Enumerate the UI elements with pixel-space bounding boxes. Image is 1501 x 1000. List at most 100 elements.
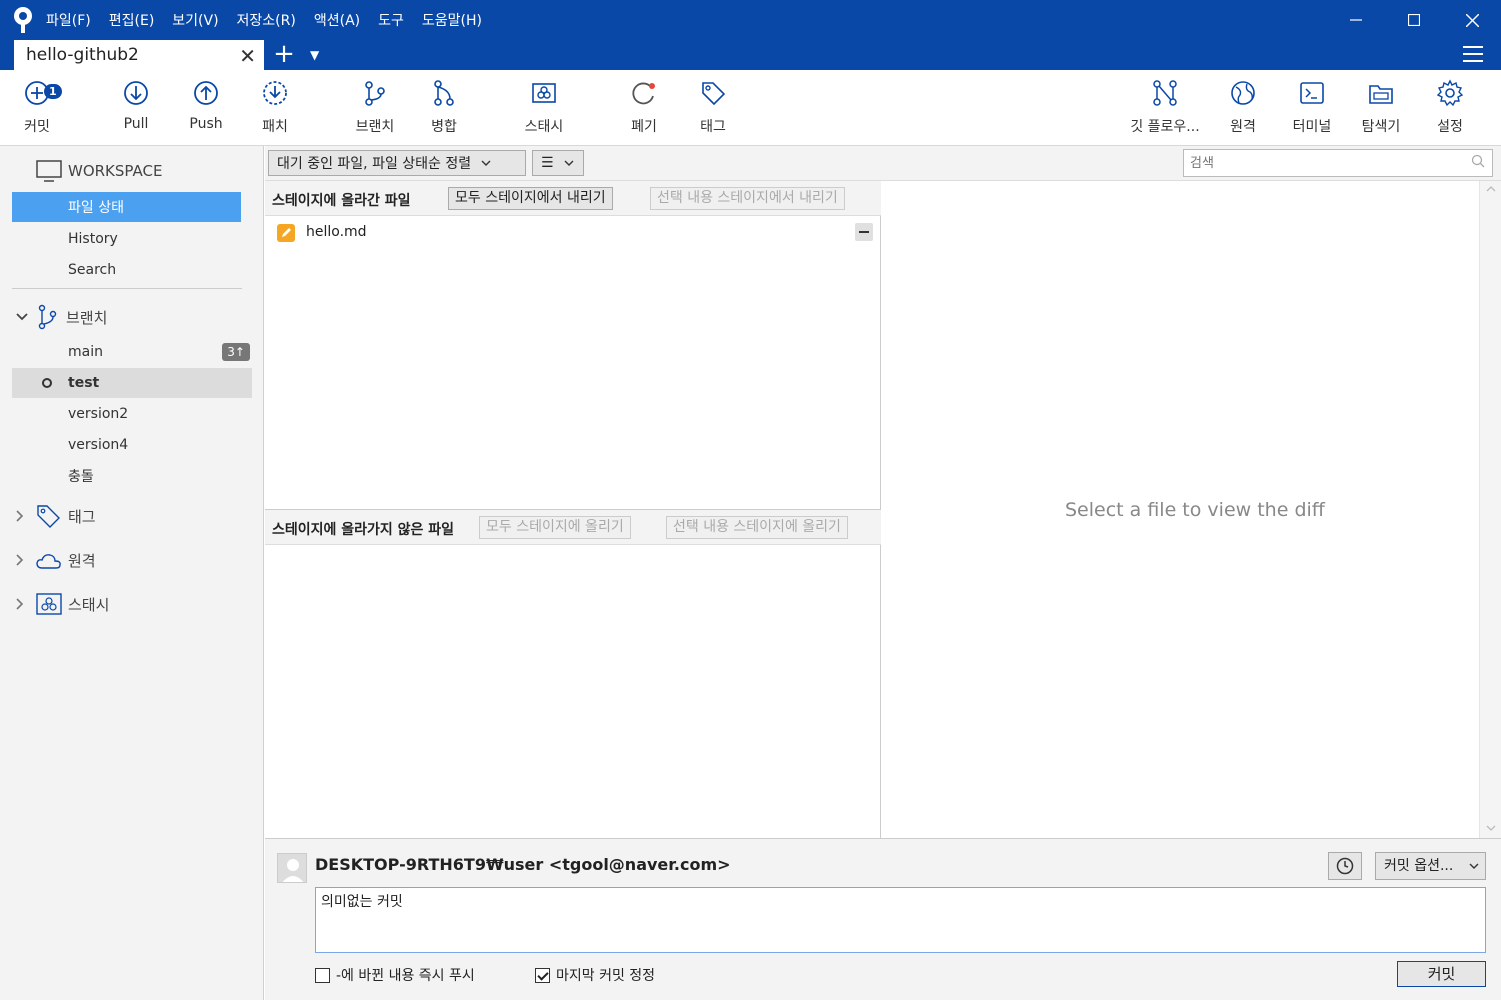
staged-header: 스테이지에 올라간 파일 모두 스테이지에서 내리기 선택 내용 스테이지에서 … — [265, 181, 881, 216]
close-window-button[interactable] — [1443, 0, 1501, 40]
maximize-button[interactable] — [1385, 0, 1443, 40]
menu-repository[interactable]: 저장소(R) — [237, 10, 296, 30]
commit-history-button[interactable] — [1328, 852, 1362, 880]
chevron-down-icon — [564, 160, 574, 166]
menu-actions[interactable]: 액션(A) — [314, 10, 360, 30]
settings-label: 설정 — [1437, 119, 1463, 135]
merge-button[interactable]: 병합 — [409, 78, 479, 136]
sidebar-item-file-status[interactable]: 파일 상태 — [12, 192, 241, 222]
branch-label: 브랜치 — [355, 119, 395, 135]
branch-name: 충돌 — [68, 469, 94, 485]
search-icon — [1471, 154, 1485, 168]
checkbox-unchecked[interactable] — [315, 967, 330, 983]
commit-message-input[interactable]: 의미없는 커밋 — [315, 887, 1486, 953]
menu-edit[interactable]: 편집(E) — [109, 10, 155, 30]
push-button[interactable]: Push — [171, 78, 241, 132]
push-immediately-checkbox[interactable]: -에 바뀐 내용 즉시 푸시 — [315, 965, 475, 985]
stage-all-button[interactable]: 모두 스테이지에 올리기 — [479, 516, 631, 539]
commit-options-dropdown[interactable]: 커밋 옵션... — [1375, 852, 1486, 880]
gitflow-button[interactable]: 깃 플로우... — [1124, 78, 1206, 136]
branch-item-version2[interactable]: version2 — [12, 399, 252, 429]
new-tab-button[interactable]: + — [270, 40, 298, 70]
menu-view[interactable]: 보기(V) — [172, 10, 218, 30]
menu-bar: 파일(F) 편집(E) 보기(V) 저장소(R) 액션(A) 도구 도움말(H) — [0, 0, 1501, 40]
arrow-down-circle-icon — [124, 81, 148, 105]
stage-selected-button[interactable]: 선택 내용 스테이지에 올리기 — [666, 516, 848, 539]
discard-label: 폐기 — [631, 119, 657, 135]
branch-item-main[interactable]: main 3↑ — [12, 337, 252, 367]
repo-tab[interactable]: hello-github2 ✕ — [14, 40, 264, 70]
explorer-button[interactable]: 탐색기 — [1346, 78, 1416, 136]
sidebar-item-history[interactable]: History — [12, 224, 252, 254]
settings-button[interactable]: 설정 — [1415, 78, 1485, 136]
search-input[interactable] — [1183, 149, 1493, 177]
discard-button[interactable]: 폐기 — [609, 78, 679, 136]
commit-tool-button[interactable]: 1 커밋 — [2, 78, 72, 136]
tab-row: hello-github2 ✕ + ▼ — [0, 40, 1501, 70]
patch-label: 패치 — [262, 119, 288, 135]
tab-dropdown-icon[interactable]: ▼ — [310, 48, 319, 62]
sidebar-item-search[interactable]: Search — [12, 255, 252, 285]
branches-header[interactable]: 브랜치 — [36, 304, 107, 330]
unstage-selected-button[interactable]: 선택 내용 스테이지에서 내리기 — [650, 187, 845, 210]
discard-icon — [632, 82, 655, 105]
arrow-up-circle-icon — [194, 81, 218, 105]
tag-button[interactable]: 태그 — [678, 78, 748, 136]
tag-label: 태그 — [700, 119, 726, 135]
amend-commit-checkbox[interactable]: 마지막 커밋 정정 — [535, 965, 655, 985]
terminal-label: 터미널 — [1292, 119, 1332, 135]
gitflow-label: 깃 플로우... — [1130, 119, 1200, 135]
commit-count-badge: 1 — [44, 84, 62, 99]
branch-icon — [38, 304, 57, 330]
sort-dropdown[interactable]: 대기 중인 파일, 파일 상태순 정렬 — [268, 150, 526, 176]
tags-header[interactable]: 태그 — [36, 504, 96, 528]
pull-label: Pull — [123, 116, 149, 132]
diff-scrollbar[interactable] — [1479, 181, 1501, 838]
chevron-down-icon[interactable] — [16, 310, 28, 325]
unstaged-files-pane: 스테이지에 올라가지 않은 파일 모두 스테이지에 올리기 선택 내용 스테이지… — [265, 509, 881, 838]
branch-name: version2 — [68, 406, 129, 422]
ahead-count-badge: 3↑ — [222, 343, 250, 361]
unstage-file-button[interactable] — [855, 223, 873, 241]
clock-icon — [1336, 857, 1354, 875]
commit-panel: DESKTOP-9RTH6T9₩user <tgool@naver.com> 커… — [265, 838, 1501, 1000]
staged-file-row[interactable]: hello.md — [265, 221, 881, 245]
view-mode-dropdown[interactable]: ☰ — [532, 150, 584, 176]
branch-name: main — [68, 344, 103, 360]
branch-item-test[interactable]: test — [12, 368, 252, 398]
stashes-label: 스태시 — [68, 595, 110, 614]
remote-button[interactable]: 원격 — [1208, 78, 1278, 136]
chevron-right-icon[interactable] — [16, 598, 24, 614]
unstage-all-button[interactable]: 모두 스테이지에서 내리기 — [448, 187, 613, 210]
branch-button[interactable]: 브랜치 — [340, 78, 410, 136]
branch-item-conflict[interactable]: 충돌 — [12, 461, 252, 491]
menu-file[interactable]: 파일(F) — [46, 10, 91, 30]
checkbox-checked[interactable] — [535, 967, 550, 983]
remotes-header[interactable]: 원격 — [36, 550, 96, 571]
stash-icon — [36, 593, 62, 615]
menu-help[interactable]: 도움말(H) — [422, 10, 482, 30]
terminal-button[interactable]: 터미널 — [1277, 78, 1347, 136]
cloud-icon — [36, 553, 61, 569]
commit-button[interactable]: 커밋 — [1397, 961, 1486, 987]
terminal-icon — [1300, 82, 1324, 104]
stashes-header[interactable]: 스태시 — [36, 593, 109, 615]
hamburger-menu-icon[interactable] — [1463, 46, 1483, 62]
merge-icon — [434, 80, 454, 106]
minimize-button[interactable] — [1327, 0, 1385, 40]
stash-button[interactable]: 스태시 — [509, 78, 579, 136]
menu-tools[interactable]: 도구 — [378, 10, 404, 30]
chevron-right-icon[interactable] — [16, 554, 24, 570]
pull-button[interactable]: Pull — [101, 78, 171, 132]
sort-dropdown-label: 대기 중인 파일, 파일 상태순 정렬 — [277, 156, 472, 172]
sidebar-item-label: Search — [68, 262, 117, 278]
branch-item-version4[interactable]: version4 — [12, 430, 252, 460]
workspace-label: WORKSPACE — [68, 162, 163, 180]
chevron-right-icon[interactable] — [16, 510, 24, 526]
unstaged-title: 스테이지에 올라가지 않은 파일 — [272, 522, 455, 538]
scroll-down-icon[interactable] — [1480, 820, 1501, 836]
tab-close-icon[interactable]: ✕ — [239, 44, 256, 68]
scroll-up-icon[interactable] — [1480, 181, 1501, 197]
window-controls — [1327, 0, 1501, 40]
patch-button[interactable]: 패치 — [240, 78, 310, 136]
